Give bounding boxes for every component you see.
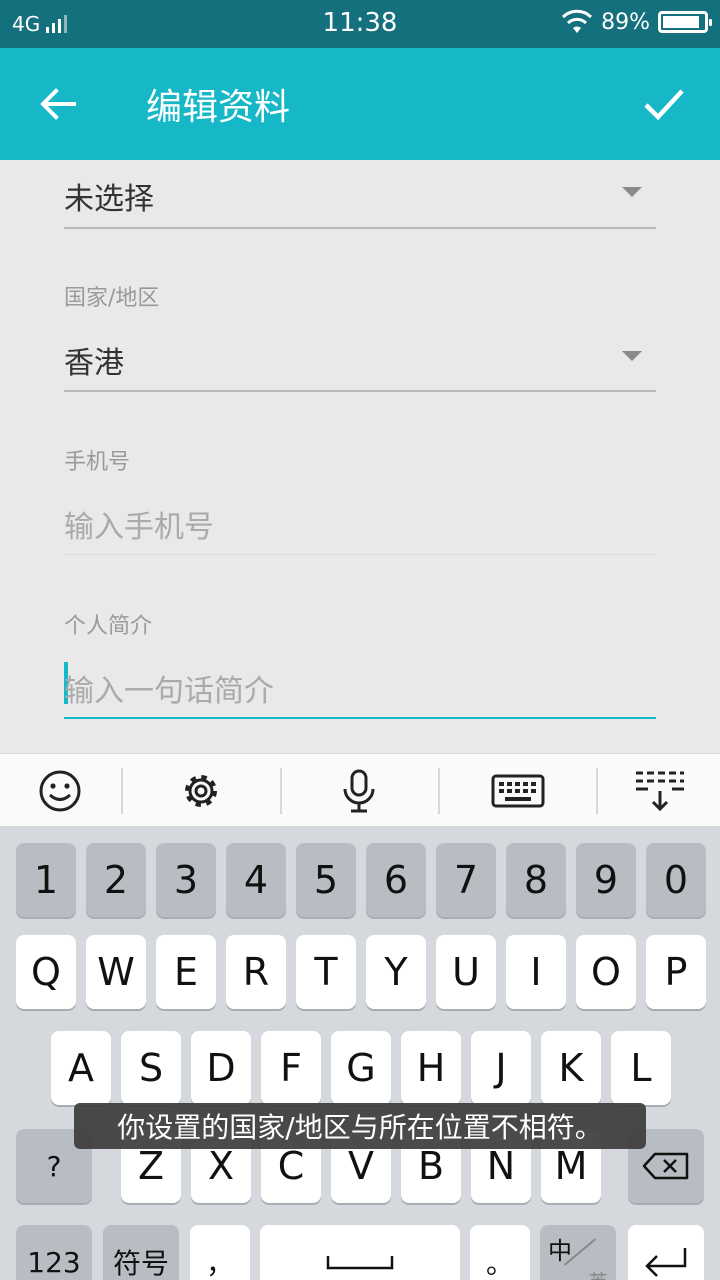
toast-message: 你设置的国家/地区与所在位置不相符。 [74, 1103, 646, 1149]
gender-underline [64, 227, 656, 229]
toolbar-divider [596, 768, 598, 814]
country-label: 国家/地区 [64, 286, 160, 311]
gear-icon [185, 775, 217, 807]
key-u[interactable]: U [436, 935, 496, 1009]
settings-button[interactable] [141, 754, 261, 828]
key-4[interactable]: 4 [226, 843, 286, 917]
key-k[interactable]: K [541, 1031, 601, 1105]
country-underline [64, 390, 656, 392]
keyboard-switch-button[interactable] [458, 754, 578, 828]
save-button[interactable] [634, 74, 694, 134]
soft-keyboard: 1234567890 QWERTYUIOP ASDFGHJKL ZXCVBNM … [0, 827, 720, 1280]
key-g[interactable]: G [331, 1031, 391, 1105]
dropdown-arrow-icon [622, 187, 642, 197]
bio-underline [64, 717, 656, 719]
comma-key[interactable]: ， [190, 1225, 250, 1280]
collapse-keyboard-icon [636, 771, 684, 812]
key-0[interactable]: 0 [646, 843, 706, 917]
symbols-key[interactable]: 符号 [103, 1225, 179, 1280]
key-w[interactable]: W [86, 935, 146, 1009]
app-bar: 编辑资料 [0, 48, 720, 160]
key-h[interactable]: H [401, 1031, 461, 1105]
check-icon [644, 89, 684, 121]
key-a[interactable]: A [51, 1031, 111, 1105]
language-switch-key[interactable]: 中 英 [540, 1225, 616, 1280]
key-e[interactable]: E [156, 935, 216, 1009]
dropdown-arrow-icon [622, 351, 642, 361]
status-right: 89% [561, 9, 712, 35]
gender-dropdown[interactable]: 未选择 [64, 160, 656, 230]
wifi-icon [562, 9, 593, 33]
back-arrow-icon [40, 88, 76, 120]
battery-level [663, 16, 699, 28]
key-p[interactable]: P [646, 935, 706, 1009]
key-8[interactable]: 8 [506, 843, 566, 917]
microphone-icon [343, 769, 375, 813]
country-dropdown[interactable]: 香港 [64, 338, 124, 382]
space-key[interactable] [260, 1225, 460, 1280]
page-title: 编辑资料 [146, 87, 291, 128]
period-key[interactable]: 。 [470, 1225, 530, 1280]
key-d[interactable]: D [191, 1031, 251, 1105]
backspace-icon [642, 1152, 689, 1180]
voice-input-button[interactable] [299, 754, 419, 828]
key-j[interactable]: J [471, 1031, 531, 1105]
key-7[interactable]: 7 [436, 843, 496, 917]
phone-input[interactable]: 输入手机号 [64, 502, 214, 546]
back-button[interactable] [28, 74, 88, 134]
toolbar-divider [121, 768, 123, 814]
country-field: 国家/地区 香港 [64, 278, 656, 394]
key-f[interactable]: F [261, 1031, 321, 1105]
bio-input[interactable]: 输入一句话简介 [64, 666, 274, 710]
key-y[interactable]: Y [366, 935, 426, 1009]
key-t[interactable]: T [296, 935, 356, 1009]
phone-label: 手机号 [64, 450, 131, 475]
hide-keyboard-button[interactable] [600, 754, 720, 828]
space-bar-icon [326, 1256, 394, 1270]
enter-key[interactable] [628, 1225, 704, 1280]
key-6[interactable]: 6 [366, 843, 426, 917]
key-2[interactable]: 2 [86, 843, 146, 917]
status-bar: 4G 11:38 89% [0, 0, 720, 48]
smiley-icon [39, 770, 81, 812]
phone-field: 手机号 输入手机号 [64, 442, 656, 558]
key-r[interactable]: R [226, 935, 286, 1009]
keyboard-icon [491, 774, 545, 808]
key-1[interactable]: 1 [16, 843, 76, 917]
language-switch-english: 英 [588, 1266, 608, 1280]
toolbar-divider [280, 768, 282, 814]
emoji-button[interactable] [0, 754, 120, 828]
phone-underline [64, 554, 656, 555]
keyboard-toolbar [0, 753, 720, 827]
bio-field: 个人简介 输入一句话简介 [64, 606, 656, 722]
key-9[interactable]: 9 [576, 843, 636, 917]
key-3[interactable]: 3 [156, 843, 216, 917]
key-s[interactable]: S [121, 1031, 181, 1105]
bio-label: 个人简介 [64, 614, 153, 639]
key-l[interactable]: L [611, 1031, 671, 1105]
gender-value: 未选择 [64, 182, 154, 217]
enter-icon [645, 1248, 687, 1277]
battery-icon [658, 11, 712, 33]
battery-percent: 89% [601, 9, 650, 35]
key-q[interactable]: Q [16, 935, 76, 1009]
key-5[interactable]: 5 [296, 843, 356, 917]
key-o[interactable]: O [576, 935, 636, 1009]
key-i[interactable]: I [506, 935, 566, 1009]
toolbar-divider [438, 768, 440, 814]
numbers-mode-key[interactable]: 123 [16, 1225, 92, 1280]
